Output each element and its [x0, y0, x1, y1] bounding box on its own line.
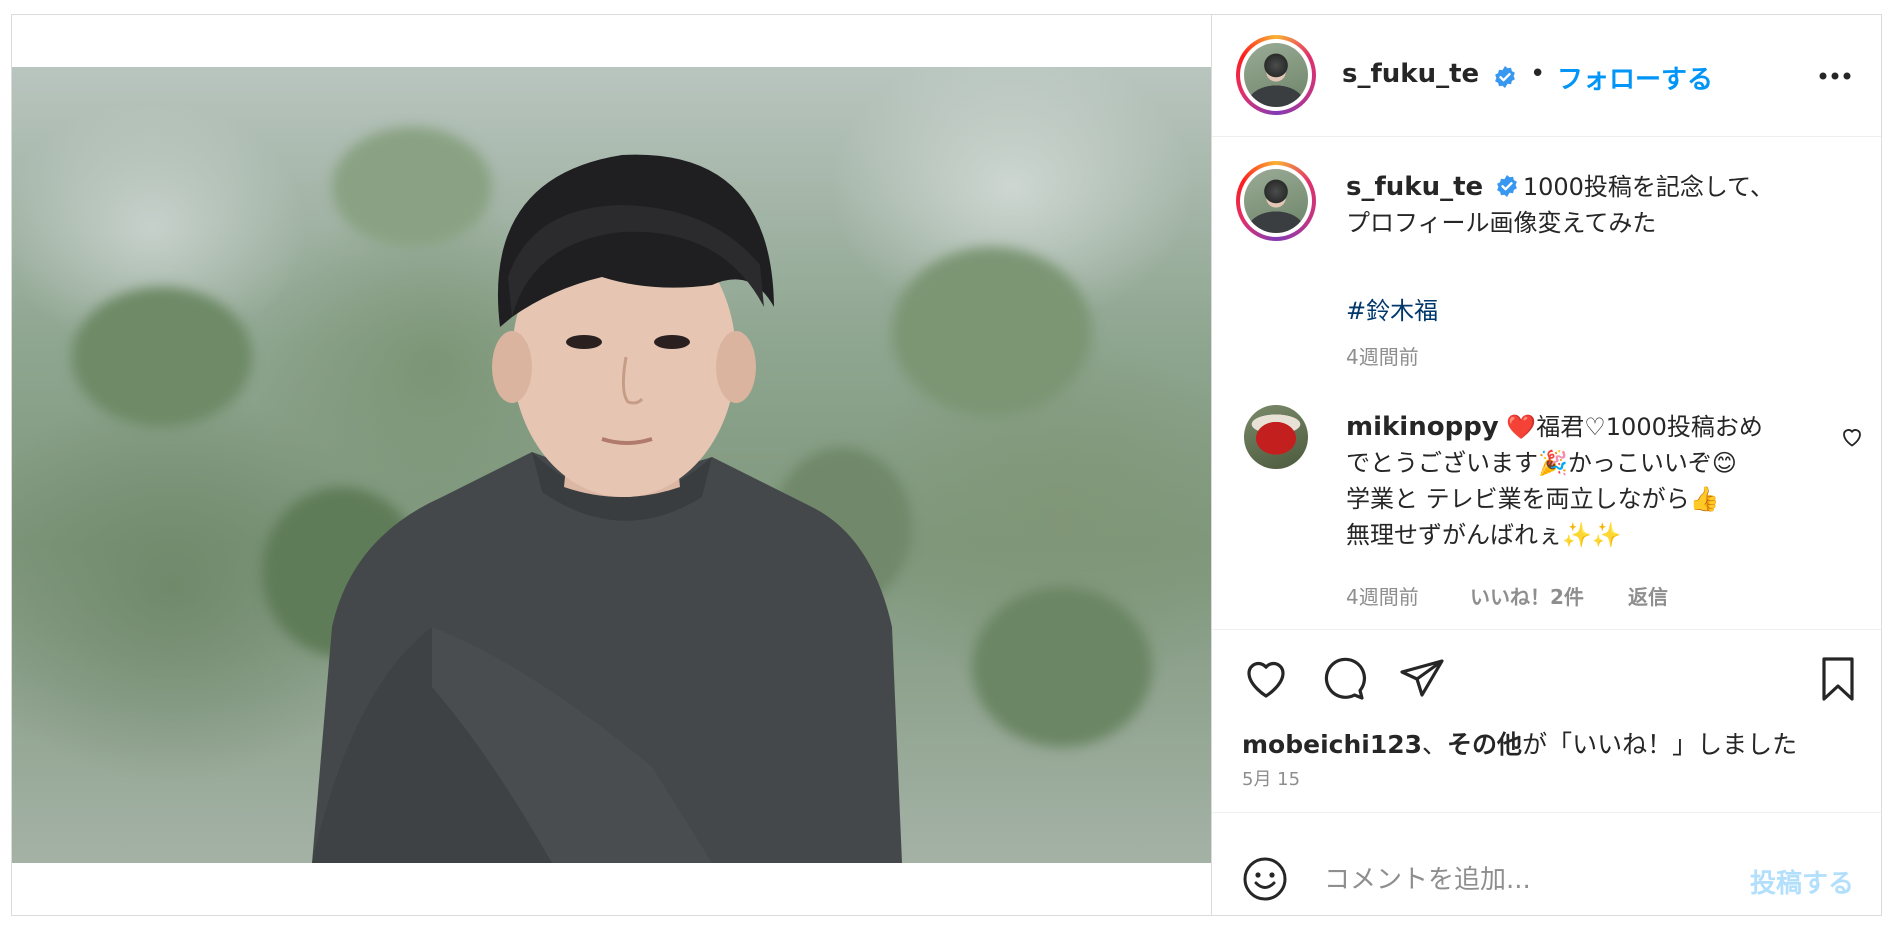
- post-side-panel: s_fuku_te • フォローする s_fuku_te 1000投稿を記念して…: [1211, 15, 1881, 915]
- likes-summary: mobeichi123、その他が「いいね！」しました: [1242, 725, 1797, 761]
- heart-icon[interactable]: [1242, 655, 1290, 703]
- caption-text-line2: プロフィール画像変えてみた: [1346, 209, 1657, 237]
- comment-timestamp[interactable]: 4週間前: [1346, 581, 1419, 610]
- comment-text-line1: ❤️福君♡1000投稿おめ: [1506, 413, 1763, 441]
- caption-text-line1: 1000投稿を記念して、: [1522, 173, 1774, 201]
- add-comment-input[interactable]: [1322, 860, 1726, 900]
- likes-separator: 、: [1422, 730, 1448, 759]
- liked-by-user[interactable]: mobeichi123: [1242, 730, 1422, 759]
- post-date[interactable]: 5月 15: [1242, 765, 1300, 791]
- post-photo[interactable]: [12, 67, 1211, 863]
- author-username[interactable]: s_fuku_te: [1342, 59, 1479, 89]
- follow-button[interactable]: フォローする: [1557, 59, 1713, 96]
- commenter-avatar[interactable]: [1244, 405, 1308, 469]
- post-container: s_fuku_te • フォローする s_fuku_te 1000投稿を記念して…: [11, 14, 1882, 916]
- divider: [1212, 629, 1881, 630]
- likes-others-link[interactable]: その他: [1447, 730, 1522, 759]
- likes-suffix: が「いいね！」しました: [1522, 730, 1798, 759]
- verified-badge-icon: [1495, 66, 1515, 88]
- share-icon[interactable]: [1398, 655, 1446, 703]
- comment-text-line2: でとうございます🎉かっこいいぞ😊: [1346, 449, 1737, 477]
- caption-author-avatar[interactable]: [1236, 161, 1316, 241]
- caption-timestamp[interactable]: 4週間前: [1346, 341, 1419, 370]
- media-area: [12, 15, 1211, 915]
- comment-author[interactable]: mikinoppy: [1346, 412, 1499, 442]
- comment-icon[interactable]: [1320, 655, 1368, 703]
- post-header: s_fuku_te • フォローする: [1212, 15, 1881, 137]
- comment-like-heart-icon[interactable]: [1840, 425, 1864, 449]
- comment-text-line4: 無理せずがんばれぇ✨✨: [1346, 521, 1622, 549]
- author-avatar[interactable]: [1236, 35, 1316, 115]
- bookmark-icon[interactable]: [1814, 655, 1862, 703]
- person-figure: [312, 154, 902, 863]
- comment-text-line3: 学業と テレビ業を両立しながら👍: [1346, 485, 1720, 513]
- divider: [1212, 812, 1881, 813]
- caption-author[interactable]: s_fuku_te: [1346, 172, 1483, 202]
- emoji-icon[interactable]: [1242, 856, 1288, 902]
- separator-dot: •: [1530, 59, 1546, 89]
- more-options-icon[interactable]: [1818, 71, 1852, 81]
- caption-hashtag[interactable]: #鈴木福: [1346, 291, 1438, 326]
- comment: mikinoppy ❤️福君♡1000投稿おめ でとうございます🎉かっこいいぞ😊…: [1346, 409, 1806, 553]
- post-comment-button[interactable]: 投稿する: [1750, 863, 1854, 900]
- caption: s_fuku_te 1000投稿を記念して、 プロフィール画像変えてみた: [1346, 169, 1816, 241]
- verified-badge-icon: [1496, 175, 1517, 197]
- comment-reply-button[interactable]: 返信: [1628, 581, 1668, 610]
- comment-likes[interactable]: いいね！2件: [1470, 581, 1584, 610]
